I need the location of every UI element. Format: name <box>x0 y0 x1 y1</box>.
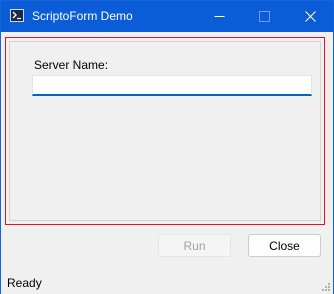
server-name-input[interactable] <box>32 75 312 96</box>
maximize-icon <box>258 11 270 22</box>
input-group: Server Name: <box>9 41 321 221</box>
status-text: Ready <box>7 276 42 290</box>
server-name-label: Server Name: <box>34 58 109 72</box>
maximize-button[interactable] <box>242 1 286 32</box>
close-window-button[interactable] <box>288 1 332 32</box>
close-icon <box>304 11 316 22</box>
window-title: ScriptoForm Demo <box>32 9 133 23</box>
form-panel: Server Name: <box>5 37 325 225</box>
minimize-button[interactable] <box>197 1 241 32</box>
app-window: ScriptoForm Demo Server Name: Run Close … <box>0 0 334 294</box>
run-button[interactable]: Run <box>158 234 231 257</box>
close-button[interactable]: Close <box>248 234 321 257</box>
title-bar[interactable]: ScriptoForm Demo <box>1 1 333 32</box>
status-bar: Ready <box>1 269 333 294</box>
powershell-icon[interactable] <box>10 9 24 22</box>
minimize-icon <box>214 16 224 17</box>
resize-grip-icon[interactable] <box>321 282 331 292</box>
